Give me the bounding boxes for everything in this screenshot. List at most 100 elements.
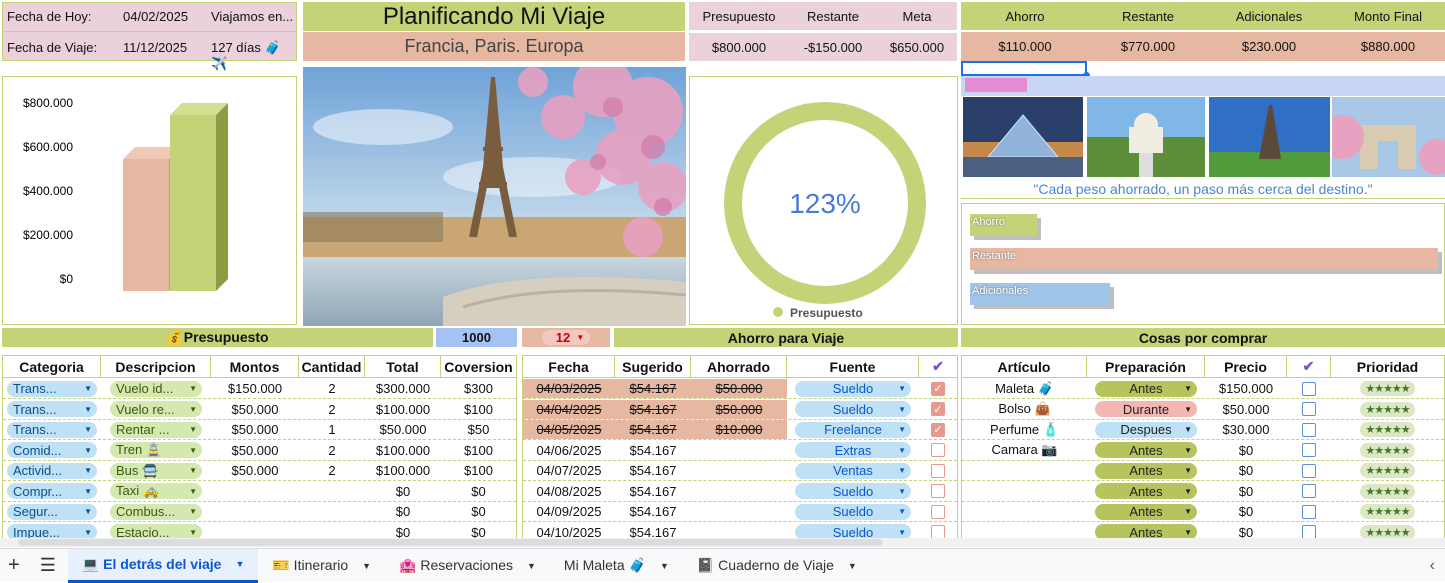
categoria-cell[interactable]: Trans... ▼	[3, 400, 101, 419]
star-rating[interactable]: ★★★★★	[1360, 442, 1415, 458]
coversion-cell[interactable]: $100	[441, 461, 516, 480]
donut-chart[interactable]: 123% Presupuesto	[689, 76, 958, 325]
fecha-cell[interactable]: 04/03/2025	[523, 379, 615, 398]
precio-cell[interactable]: $0	[1205, 502, 1287, 521]
sugerido-cell[interactable]: $54.167	[615, 399, 691, 419]
val-adicionales[interactable]: $230.000	[1207, 32, 1331, 61]
prioridad-cell[interactable]: ★★★★★	[1331, 461, 1444, 480]
montos-cell[interactable]	[211, 502, 299, 521]
sheet-tab[interactable]: 📓 Cuaderno de Viaje ▼	[683, 549, 871, 583]
check-cell[interactable]	[919, 502, 957, 521]
preparacion-cell[interactable]: Durante ▼	[1087, 400, 1205, 419]
check-cell[interactable]	[919, 461, 957, 480]
categoria-cell[interactable]: Trans... ▼	[3, 420, 101, 439]
val-meta[interactable]: $650.000	[877, 33, 957, 61]
fuente-chip[interactable]: Sueldo ▼	[795, 503, 911, 520]
fecha-cell[interactable]: 04/05/2025	[523, 420, 615, 439]
add-sheet-icon[interactable]: +	[0, 549, 28, 583]
categoria-chip[interactable]: Trans... ▼	[7, 380, 97, 397]
sheet-tab[interactable]: 🎫 Itinerario ▼	[258, 549, 385, 583]
val-monto-final[interactable]: $880.000	[1331, 32, 1445, 61]
sugerido-cell[interactable]: $54.167	[615, 482, 691, 501]
ahorrado-cell[interactable]	[691, 441, 787, 460]
categoria-chip[interactable]: Compr... ▼	[7, 483, 97, 499]
check-cell[interactable]	[1287, 420, 1331, 439]
categoria-chip[interactable]: Trans... ▼	[7, 401, 97, 417]
checkbox[interactable]	[931, 463, 945, 478]
categoria-cell[interactable]: Comid... ▼	[3, 441, 101, 460]
categoria-cell[interactable]: Segur... ▼	[3, 502, 101, 521]
total-cell[interactable]: $50.000	[365, 420, 441, 439]
descripcion-cell[interactable]: Vuelo re... ▼	[101, 400, 211, 419]
val-restante[interactable]: -$150.000	[789, 33, 877, 61]
checkbox[interactable]	[931, 484, 945, 498]
ahorro-count-cell[interactable]: 12 ▼	[522, 328, 610, 347]
fuente-cell[interactable]: Sueldo ▼	[787, 379, 919, 398]
checkbox[interactable]	[1302, 504, 1316, 519]
check-cell[interactable]	[919, 482, 957, 501]
categoria-chip[interactable]: Segur... ▼	[7, 503, 97, 520]
horizontal-scrollbar[interactable]	[0, 538, 1445, 547]
total-cell[interactable]: $0	[365, 502, 441, 521]
fuente-chip[interactable]: Ventas ▼	[795, 462, 911, 479]
categoria-cell[interactable]: Compr... ▼	[3, 482, 101, 501]
prioridad-cell[interactable]: ★★★★★	[1331, 379, 1444, 398]
descripcion-cell[interactable]: Vuelo id... ▼	[101, 379, 211, 398]
fecha-hoy-value[interactable]: 04/02/2025	[123, 9, 188, 24]
prioridad-cell[interactable]: ★★★★★	[1331, 482, 1444, 501]
ahorro-count-chip[interactable]: 12 ▼	[541, 330, 591, 345]
ahorrado-cell[interactable]	[691, 482, 787, 501]
montos-cell[interactable]: $50.000	[211, 461, 299, 480]
preparacion-chip[interactable]: Antes ▼	[1095, 503, 1197, 520]
sugerido-cell[interactable]: $54.167	[615, 379, 691, 398]
fecha-cell[interactable]: 04/04/2025	[523, 399, 615, 419]
check-cell[interactable]: ✓	[919, 420, 957, 439]
sheet-tab[interactable]: Mi Maleta 🧳 ▼	[550, 549, 683, 583]
cantidad-cell[interactable]: 2	[299, 400, 365, 419]
star-rating[interactable]: ★★★★★	[1360, 504, 1415, 519]
fecha-cell[interactable]: 04/09/2025	[523, 502, 615, 521]
articulo-cell[interactable]: Bolso 👜	[962, 400, 1087, 419]
preparacion-cell[interactable]: Antes ▼	[1087, 482, 1205, 501]
descripcion-chip[interactable]: Rentar ... ▼	[110, 421, 202, 438]
star-rating[interactable]: ★★★★★	[1360, 463, 1415, 478]
bar-chart[interactable]: $800.000 $600.000 $400.000 $200.000 $0	[2, 76, 297, 325]
coversion-cell[interactable]: $0	[441, 482, 516, 501]
preparacion-chip[interactable]: Antes ▼	[1095, 442, 1197, 458]
categoria-chip[interactable]: Comid... ▼	[7, 442, 97, 458]
check-cell[interactable]	[1287, 441, 1331, 460]
check-cell[interactable]	[1287, 379, 1331, 398]
preparacion-cell[interactable]: Antes ▼	[1087, 461, 1205, 480]
descripcion-cell[interactable]: Tren 🚊 ▼	[101, 441, 211, 460]
sheet-tab[interactable]: 🏩 Reservaciones ▼	[385, 549, 550, 583]
fuente-cell[interactable]: Sueldo ▼	[787, 482, 919, 501]
fuente-chip[interactable]: Sueldo ▼	[795, 380, 911, 397]
cantidad-cell[interactable]: 2	[299, 379, 365, 398]
montos-cell[interactable]	[211, 482, 299, 501]
checkbox[interactable]	[931, 504, 945, 519]
prioridad-cell[interactable]: ★★★★★	[1331, 441, 1444, 460]
checkbox[interactable]	[1302, 525, 1316, 539]
fuente-chip[interactable]: Sueldo ▼	[795, 483, 911, 499]
fecha-viaje-value[interactable]: 11/12/2025	[123, 40, 187, 55]
fecha-cell[interactable]: 04/08/2025	[523, 482, 615, 501]
fuente-chip[interactable]: Freelance ▼	[795, 421, 911, 438]
checkbox[interactable]: ✓	[931, 402, 945, 416]
coversion-cell[interactable]: $300	[441, 379, 516, 398]
fuente-cell[interactable]: Sueldo ▼	[787, 400, 919, 419]
articulo-cell[interactable]	[962, 482, 1087, 501]
all-sheets-icon[interactable]: ☰	[28, 549, 68, 583]
prioridad-cell[interactable]: ★★★★★	[1331, 502, 1444, 521]
ahorrado-cell[interactable]	[691, 461, 787, 480]
checkbox[interactable]	[1302, 381, 1316, 396]
categoria-chip[interactable]: Activid... ▼	[7, 462, 97, 479]
checkbox[interactable]: ✓	[931, 422, 945, 437]
coversion-cell[interactable]: $100	[441, 400, 516, 419]
hbar-chart[interactable]: Ahorro Restante Adicionales	[961, 203, 1445, 325]
total-cell[interactable]: $100.000	[365, 400, 441, 419]
montos-cell[interactable]: $50.000	[211, 441, 299, 460]
ahorrado-cell[interactable]: $10.000	[691, 420, 787, 439]
prioridad-cell[interactable]: ★★★★★	[1331, 400, 1444, 419]
montos-cell[interactable]: $50.000	[211, 400, 299, 419]
articulo-cell[interactable]	[962, 502, 1087, 521]
